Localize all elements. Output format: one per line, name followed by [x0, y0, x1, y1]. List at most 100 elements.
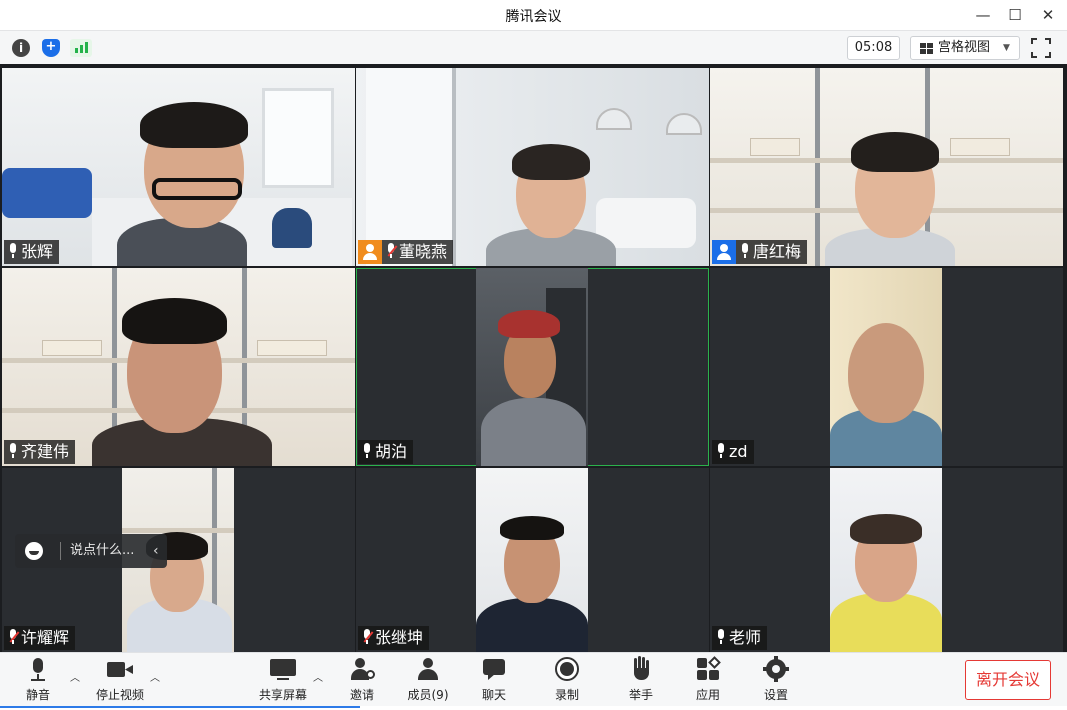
microphone-icon	[716, 443, 726, 459]
participant-name: 胡泊	[375, 442, 408, 461]
divider	[60, 542, 61, 560]
participant-name: 张辉	[21, 242, 54, 261]
video-tile[interactable]: 董晓燕	[356, 68, 709, 266]
chat-placeholder: 说点什么...	[70, 543, 135, 558]
participant-name: 唐红梅	[753, 242, 802, 261]
leave-meeting-button[interactable]: 离开会议	[965, 660, 1051, 700]
settings-button[interactable]: 设置	[760, 656, 792, 704]
host-badge-icon	[358, 240, 382, 264]
raise-hand-icon	[630, 656, 652, 682]
video-tile[interactable]: 齐建伟	[2, 268, 355, 466]
fullscreen-icon[interactable]	[1031, 38, 1051, 58]
video-tile[interactable]: 胡泊	[356, 268, 709, 466]
stop-video-label: 停止视频	[95, 688, 144, 702]
settings-label: 设置	[763, 688, 788, 702]
participant-name: zd	[729, 442, 748, 461]
record-label: 录制	[554, 688, 579, 702]
participant-name-tag: 唐红梅	[712, 240, 808, 264]
video-feed	[830, 268, 942, 466]
raise-hand-button[interactable]: 举手	[625, 656, 657, 704]
participant-name-tag: 张辉	[4, 240, 60, 264]
window-title: 腾讯会议	[505, 9, 562, 25]
chevron-up-icon[interactable]: ︿	[313, 669, 323, 684]
microphone-icon	[716, 629, 726, 645]
microphone-muted-icon	[386, 243, 398, 259]
meeting-window: 腾讯会议 — ☐ ✕ 05:08 宫格视图 ▼	[0, 0, 1067, 710]
quick-chat-input[interactable]: 说点什么... ‹	[15, 534, 167, 568]
apps-label: 应用	[695, 688, 720, 702]
microphone-muted-icon	[8, 629, 20, 645]
video-feed	[2, 68, 355, 266]
grid-view-icon	[920, 43, 933, 54]
microphone-icon	[27, 656, 49, 682]
gear-icon	[763, 656, 789, 682]
view-mode-label: 宫格视图	[938, 40, 991, 55]
video-feed	[2, 268, 355, 466]
video-tile[interactable]: 张辉	[2, 68, 355, 266]
video-feed	[830, 468, 942, 652]
record-button[interactable]: 录制	[550, 656, 584, 704]
chevron-left-icon[interactable]: ‹	[153, 534, 159, 568]
participant-name: 齐建伟	[21, 442, 70, 461]
maximize-icon[interactable]: ☐	[1005, 5, 1025, 25]
video-feed	[476, 268, 588, 466]
members-label: 成员(9)	[407, 688, 449, 702]
participant-name-tag: 张继坤	[358, 626, 430, 650]
video-feed	[356, 68, 709, 266]
participant-name-tag: 胡泊	[358, 440, 414, 464]
signal-strength-icon[interactable]	[70, 39, 92, 57]
video-tile[interactable]: 张继坤	[356, 468, 709, 652]
video-tile[interactable]: 老师	[710, 468, 1063, 652]
participant-name-tag: 齐建伟	[4, 440, 76, 464]
share-screen-label: 共享屏幕	[258, 688, 307, 702]
close-icon[interactable]: ✕	[1038, 5, 1058, 25]
microphone-icon	[8, 443, 18, 459]
chevron-up-icon[interactable]: ︿	[150, 669, 160, 684]
meeting-toolbar: 静音 ︿ 停止视频 ︿ 共享屏幕 ︿ 邀请 成员(9) 聊天 录制 举手 应用 …	[0, 652, 1067, 708]
video-feed	[710, 68, 1063, 266]
chevron-up-icon[interactable]: ︿	[70, 669, 80, 684]
members-icon	[415, 656, 441, 682]
video-feed	[476, 468, 588, 652]
share-screen-button[interactable]: 共享屏幕	[257, 656, 309, 704]
participant-name: 许耀辉	[21, 628, 70, 647]
participant-name-tag: 老师	[712, 626, 768, 650]
chat-icon	[482, 656, 506, 682]
divider	[0, 706, 360, 708]
record-icon	[555, 656, 579, 682]
invite-button[interactable]: 邀请	[345, 656, 379, 704]
participant-name: 张继坤	[375, 628, 424, 647]
apps-icon	[696, 656, 721, 682]
raise-hand-label: 举手	[628, 688, 653, 702]
info-icon[interactable]	[12, 39, 30, 57]
mute-label: 静音	[25, 688, 50, 702]
stop-video-button[interactable]: 停止视频	[92, 656, 148, 704]
participant-name: 董晓燕	[399, 242, 448, 261]
apps-button[interactable]: 应用	[692, 656, 724, 704]
chevron-down-icon: ▼	[1003, 43, 1010, 53]
co-host-badge-icon	[712, 240, 736, 264]
view-mode-dropdown[interactable]: 宫格视图 ▼	[910, 36, 1020, 60]
mute-button[interactable]: 静音	[18, 656, 58, 704]
video-camera-icon	[105, 656, 135, 682]
participant-name-tag: 许耀辉	[4, 626, 76, 650]
microphone-icon	[8, 243, 18, 259]
microphone-muted-icon	[362, 629, 374, 645]
invite-label: 邀请	[349, 688, 374, 702]
video-tile[interactable]: zd	[710, 268, 1063, 466]
microphone-icon	[362, 443, 372, 459]
participant-name-tag: zd	[712, 440, 754, 464]
participant-name: 老师	[729, 628, 762, 647]
security-shield-icon[interactable]	[42, 38, 60, 57]
chat-button[interactable]: 聊天	[478, 656, 510, 704]
meeting-timer: 05:08	[847, 36, 900, 60]
emoji-icon[interactable]	[25, 542, 43, 560]
video-tile[interactable]: 唐红梅	[710, 68, 1063, 266]
participant-name-tag: 董晓燕	[358, 240, 454, 264]
share-screen-icon	[268, 656, 298, 682]
members-button[interactable]: 成员(9)	[404, 656, 452, 704]
meeting-info-bar: 05:08 宫格视图 ▼	[0, 30, 1067, 64]
chat-label: 聊天	[481, 688, 506, 702]
title-bar: 腾讯会议 — ☐ ✕	[0, 0, 1067, 30]
minimize-icon[interactable]: —	[973, 5, 993, 25]
